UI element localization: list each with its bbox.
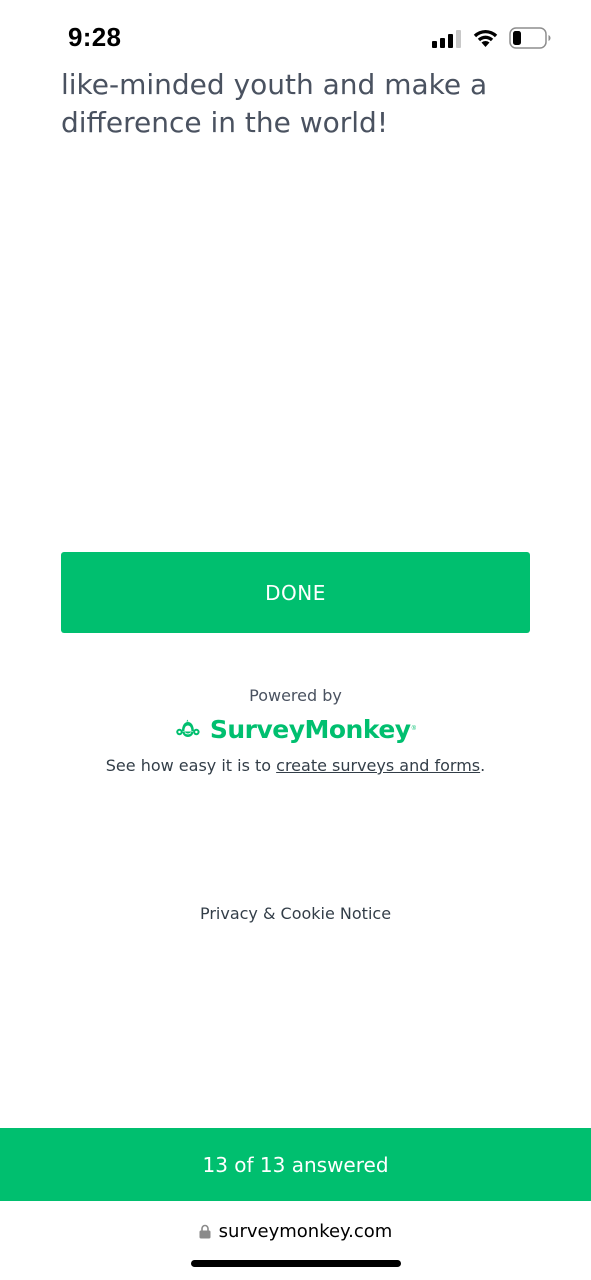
powered-by-label: Powered by [249,686,342,705]
promo-prefix: See how easy it is to [105,756,277,775]
status-bar: 9:28 [0,0,591,72]
done-button[interactable]: DONE [61,552,530,633]
create-surveys-link[interactable]: create surveys and forms [276,756,480,775]
survey-completion-page: 9:28 like-minded youth and make a differ… [0,0,591,1280]
status-time: 9:28 [68,22,122,52]
url-text: surveymonkey.com [218,1220,393,1242]
browser-url-bar[interactable]: surveymonkey.com [0,1214,591,1248]
promo-line: See how easy it is to create surveys and… [0,756,591,775]
surveymonkey-logo-link[interactable]: SurveyMonkey ® [176,708,416,750]
privacy-cookie-link[interactable]: Privacy & Cookie Notice [0,904,591,923]
promo-suffix: . [480,756,486,775]
lock-icon [199,1224,211,1238]
surveymonkey-logo-icon [176,719,200,737]
signal-icon [432,30,461,48]
registered-mark: ® [411,726,416,732]
home-indicator[interactable] [191,1260,401,1267]
closing-message: like-minded youth and make a difference … [61,68,488,139]
wifi-icon [473,29,498,47]
progress-footer: 13 of 13 answered [0,1128,591,1201]
progress-label: 13 of 13 answered [202,1152,389,1177]
battery-icon [509,27,551,49]
surveymonkey-wordmark: SurveyMonkey [209,714,411,744]
